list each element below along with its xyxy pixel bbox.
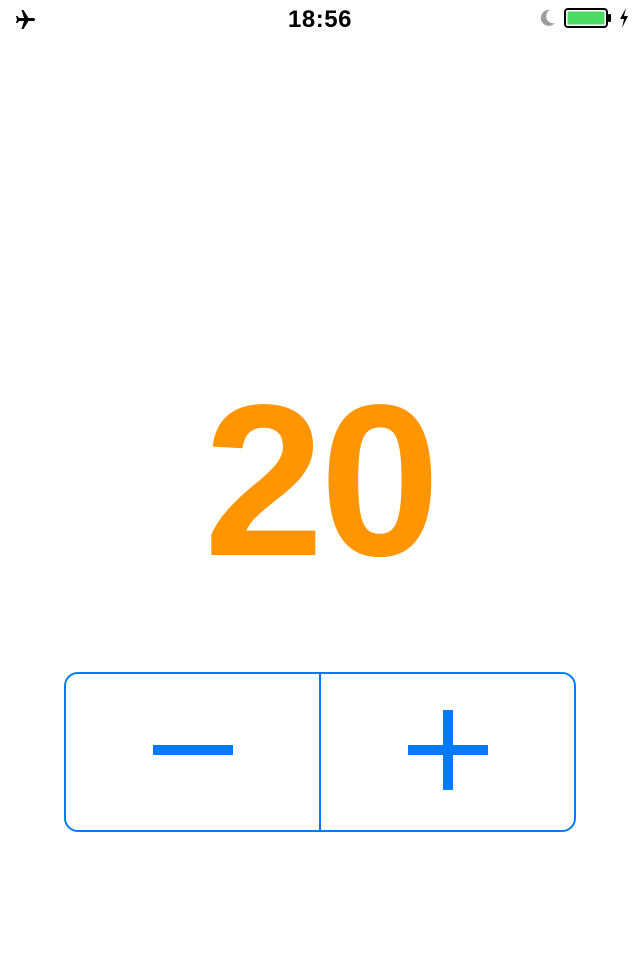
decrement-button[interactable] — [66, 674, 319, 830]
stepper — [64, 672, 576, 832]
status-bar: 18:56 — [0, 0, 640, 40]
increment-button[interactable] — [321, 674, 574, 830]
moon-icon — [536, 7, 558, 34]
minus-icon — [151, 708, 235, 797]
status-icons — [536, 7, 630, 34]
battery-icon — [564, 7, 612, 34]
charging-bolt-icon — [618, 7, 630, 34]
plus-icon — [406, 708, 490, 797]
counter-value: 20 — [203, 359, 440, 601]
